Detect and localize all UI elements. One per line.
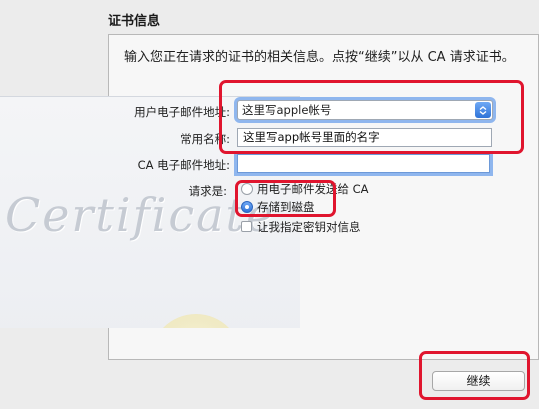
radio-email-ca-label: 用电子邮件发送给 CA <box>257 182 369 196</box>
section-title: 证书信息 <box>108 14 161 29</box>
radio-button-selected[interactable] <box>241 201 253 213</box>
request-is-label: 请求是: <box>188 184 227 198</box>
radio-save-to-disk-label: 存储到磁盘 <box>257 200 315 214</box>
common-name-label: 常用名称: <box>180 132 230 146</box>
checkbox-key-pair-label: 让我指定密钥对信息 <box>257 220 361 234</box>
intro-text: 输入您正在请求的证书的相关信息。点按“继续”以从 CA 请求证书。 <box>124 50 515 65</box>
user-email-value: 这里写apple帐号 <box>242 103 332 117</box>
user-email-dropdown[interactable]: 这里写apple帐号 <box>237 100 493 120</box>
radio-button[interactable] <box>241 183 253 195</box>
chevron-up-down-icon <box>475 102 491 118</box>
ca-email-label: CA 电子邮件地址: <box>137 158 230 172</box>
common-name-field[interactable]: 这里写app帐号里面的名字 <box>237 128 492 147</box>
continue-button[interactable]: 继续 <box>432 371 525 391</box>
checkbox[interactable] <box>241 221 252 232</box>
user-email-label: 用户电子邮件地址: <box>134 105 230 119</box>
ca-email-field[interactable] <box>237 154 490 173</box>
